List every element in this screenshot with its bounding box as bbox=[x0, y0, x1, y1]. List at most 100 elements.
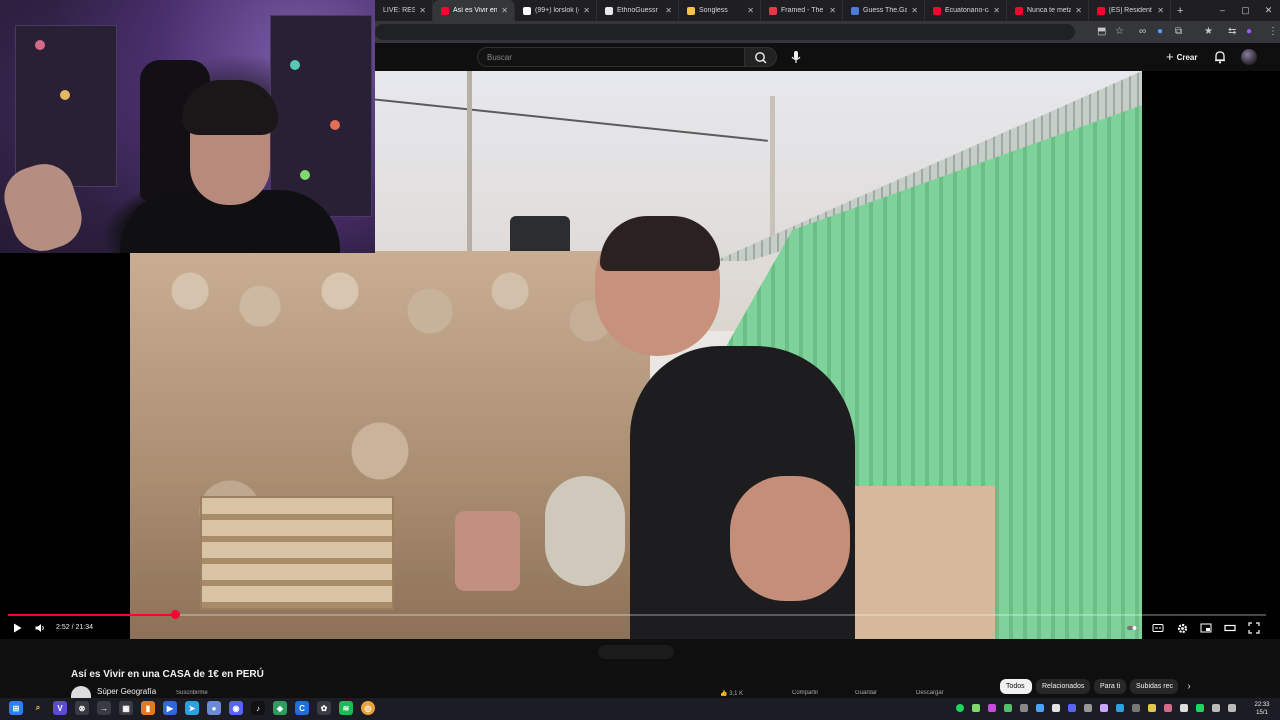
app-icon[interactable]: ▶ bbox=[163, 701, 177, 715]
extension-icon[interactable]: ⇆ bbox=[1228, 24, 1236, 40]
search-input[interactable] bbox=[478, 48, 744, 66]
app-icon[interactable]: ▮ bbox=[141, 701, 155, 715]
settings-button[interactable] bbox=[1174, 620, 1190, 636]
close-tab-icon[interactable]: ✕ bbox=[1075, 6, 1082, 15]
tray-icon[interactable] bbox=[1036, 704, 1044, 712]
tray-icon[interactable] bbox=[956, 704, 964, 712]
extensions-puzzle-icon[interactable]: ⧉ bbox=[1175, 24, 1182, 40]
chips-next-button[interactable]: › bbox=[1182, 679, 1196, 694]
browser-tab[interactable]: Guess The.Game ✕ bbox=[843, 0, 925, 21]
close-tab-icon[interactable]: ✕ bbox=[501, 6, 508, 15]
webcam-overlay bbox=[0, 0, 375, 253]
tray-icon[interactable] bbox=[1180, 704, 1188, 712]
tray-icon[interactable] bbox=[988, 704, 996, 712]
new-tab-button[interactable]: + bbox=[1177, 5, 1183, 17]
chrome-icon[interactable]: ◎ bbox=[361, 701, 375, 715]
account-avatar[interactable] bbox=[1241, 49, 1257, 65]
create-button[interactable]: + Crear bbox=[1166, 49, 1198, 65]
pause-badge-button[interactable] bbox=[1124, 620, 1140, 636]
minimize-button[interactable]: – bbox=[1211, 0, 1234, 21]
close-tab-icon[interactable]: ✕ bbox=[419, 6, 426, 15]
discord-icon[interactable]: ◉ bbox=[229, 701, 243, 715]
theater-mode-button[interactable] bbox=[1222, 620, 1238, 636]
like-count: 3,1 K bbox=[729, 691, 744, 697]
tray-icon[interactable] bbox=[1020, 704, 1028, 712]
tray-icon[interactable] bbox=[1084, 704, 1092, 712]
close-tab-icon[interactable]: ✕ bbox=[829, 6, 836, 15]
close-window-button[interactable]: ✕ bbox=[1257, 0, 1280, 21]
app-v-icon[interactable]: V bbox=[53, 701, 67, 715]
browser-tab[interactable]: Ecuatoriano-cata ✕ bbox=[925, 0, 1007, 21]
bookmark-star-icon[interactable]: ☆ bbox=[1115, 24, 1124, 40]
tray-icon[interactable] bbox=[1196, 704, 1204, 712]
browser-tab[interactable]: Nunca te metas c ✕ bbox=[1007, 0, 1089, 21]
chip-para-ti[interactable]: Para ti bbox=[1094, 679, 1126, 694]
progress-bar[interactable] bbox=[8, 610, 1266, 619]
search-icon[interactable]: ⌕ bbox=[31, 701, 45, 715]
tray-icon[interactable] bbox=[1132, 704, 1140, 712]
tray-icon[interactable] bbox=[1052, 704, 1060, 712]
close-tab-icon[interactable]: ✕ bbox=[911, 6, 918, 15]
close-tab-icon[interactable]: ✕ bbox=[583, 6, 590, 15]
tray-icon[interactable] bbox=[1148, 704, 1156, 712]
maximize-button[interactable]: ▢ bbox=[1234, 0, 1257, 21]
chip-subidas-recientes[interactable]: Subidas rec bbox=[1130, 679, 1178, 694]
tray-icon[interactable] bbox=[1116, 704, 1124, 712]
close-tab-icon[interactable]: ✕ bbox=[747, 6, 754, 15]
browser-menu-icon[interactable]: ⋮ bbox=[1268, 24, 1278, 40]
tab-label: Framed - The da bbox=[781, 7, 825, 14]
tab-label: Songless bbox=[699, 7, 728, 14]
wifi-icon[interactable] bbox=[1212, 704, 1220, 712]
telegram-icon[interactable]: ➤ bbox=[185, 701, 199, 715]
play-button[interactable] bbox=[9, 620, 25, 636]
tiktok-icon[interactable]: ♪ bbox=[251, 701, 265, 715]
browser-tab[interactable]: Songless ✕ bbox=[679, 0, 761, 21]
tray-icon[interactable] bbox=[1100, 704, 1108, 712]
address-bar[interactable] bbox=[375, 24, 1075, 40]
search-button[interactable] bbox=[745, 47, 777, 67]
close-tab-icon[interactable]: ✕ bbox=[1157, 6, 1164, 15]
miniplayer-button[interactable] bbox=[1198, 620, 1214, 636]
browser-tab[interactable]: EthnoGuessr ✕ bbox=[597, 0, 679, 21]
tab-label: Ecuatoriano-cata bbox=[945, 7, 989, 14]
app-icon[interactable]: ▦ bbox=[119, 701, 133, 715]
extension-icon[interactable]: ∞ bbox=[1139, 24, 1146, 40]
browser-tab-active[interactable]: Así es Vivir en un ✕ bbox=[433, 0, 515, 21]
app-icon[interactable]: C bbox=[295, 701, 309, 715]
close-tab-icon[interactable]: ✕ bbox=[993, 6, 1000, 15]
app-obs-icon[interactable]: ⊗ bbox=[75, 701, 89, 715]
tiktok-favicon-icon bbox=[523, 6, 531, 15]
system-clock[interactable]: 22:33 15/1 bbox=[1247, 701, 1277, 717]
app-icon[interactable]: ✿ bbox=[317, 701, 331, 715]
extension-icon[interactable]: ● bbox=[1157, 24, 1163, 40]
tab-label: [ES] Resident Evi bbox=[1109, 7, 1153, 14]
app-icon[interactable]: ◈ bbox=[273, 701, 287, 715]
voice-search-button[interactable] bbox=[787, 48, 805, 66]
notifications-button[interactable] bbox=[1213, 50, 1227, 64]
volume-button[interactable] bbox=[32, 620, 48, 636]
tray-icon[interactable] bbox=[1164, 704, 1172, 712]
bookmark-star-icon[interactable]: ★ bbox=[1204, 24, 1213, 40]
start-menu-icon[interactable]: ⊞ bbox=[9, 701, 23, 715]
browser-tab[interactable]: [ES] Resident Evi ✕ bbox=[1089, 0, 1171, 21]
profile-avatar-icon[interactable]: ● bbox=[1246, 24, 1252, 40]
install-app-icon[interactable]: ⬒ bbox=[1097, 24, 1106, 40]
app-icon[interactable]: → bbox=[97, 701, 111, 715]
clock-time: 22:33 bbox=[1254, 702, 1270, 708]
close-tab-icon[interactable]: ✕ bbox=[665, 6, 672, 15]
browser-tab[interactable]: (99+) lorslok (@or ✕ bbox=[515, 0, 597, 21]
tray-icon[interactable] bbox=[1068, 704, 1076, 712]
subtitles-button[interactable] bbox=[1150, 620, 1166, 636]
app-icon[interactable]: ● bbox=[207, 701, 221, 715]
tray-icon[interactable] bbox=[972, 704, 980, 712]
fullscreen-button[interactable] bbox=[1246, 620, 1262, 636]
channel-name[interactable]: Súper Geografía bbox=[97, 687, 156, 696]
youtube-header: + Crear bbox=[375, 43, 1280, 71]
chip-relacionados[interactable]: Relacionados bbox=[1036, 679, 1090, 694]
browser-tab[interactable]: LIVE: RESIDEN ✕ bbox=[375, 0, 433, 21]
spotify-icon[interactable]: ≋ bbox=[339, 701, 353, 715]
chip-todos[interactable]: Todos bbox=[1000, 679, 1032, 694]
volume-icon[interactable] bbox=[1228, 704, 1236, 712]
browser-tab[interactable]: Framed - The da ✕ bbox=[761, 0, 843, 21]
tray-icon[interactable] bbox=[1004, 704, 1012, 712]
